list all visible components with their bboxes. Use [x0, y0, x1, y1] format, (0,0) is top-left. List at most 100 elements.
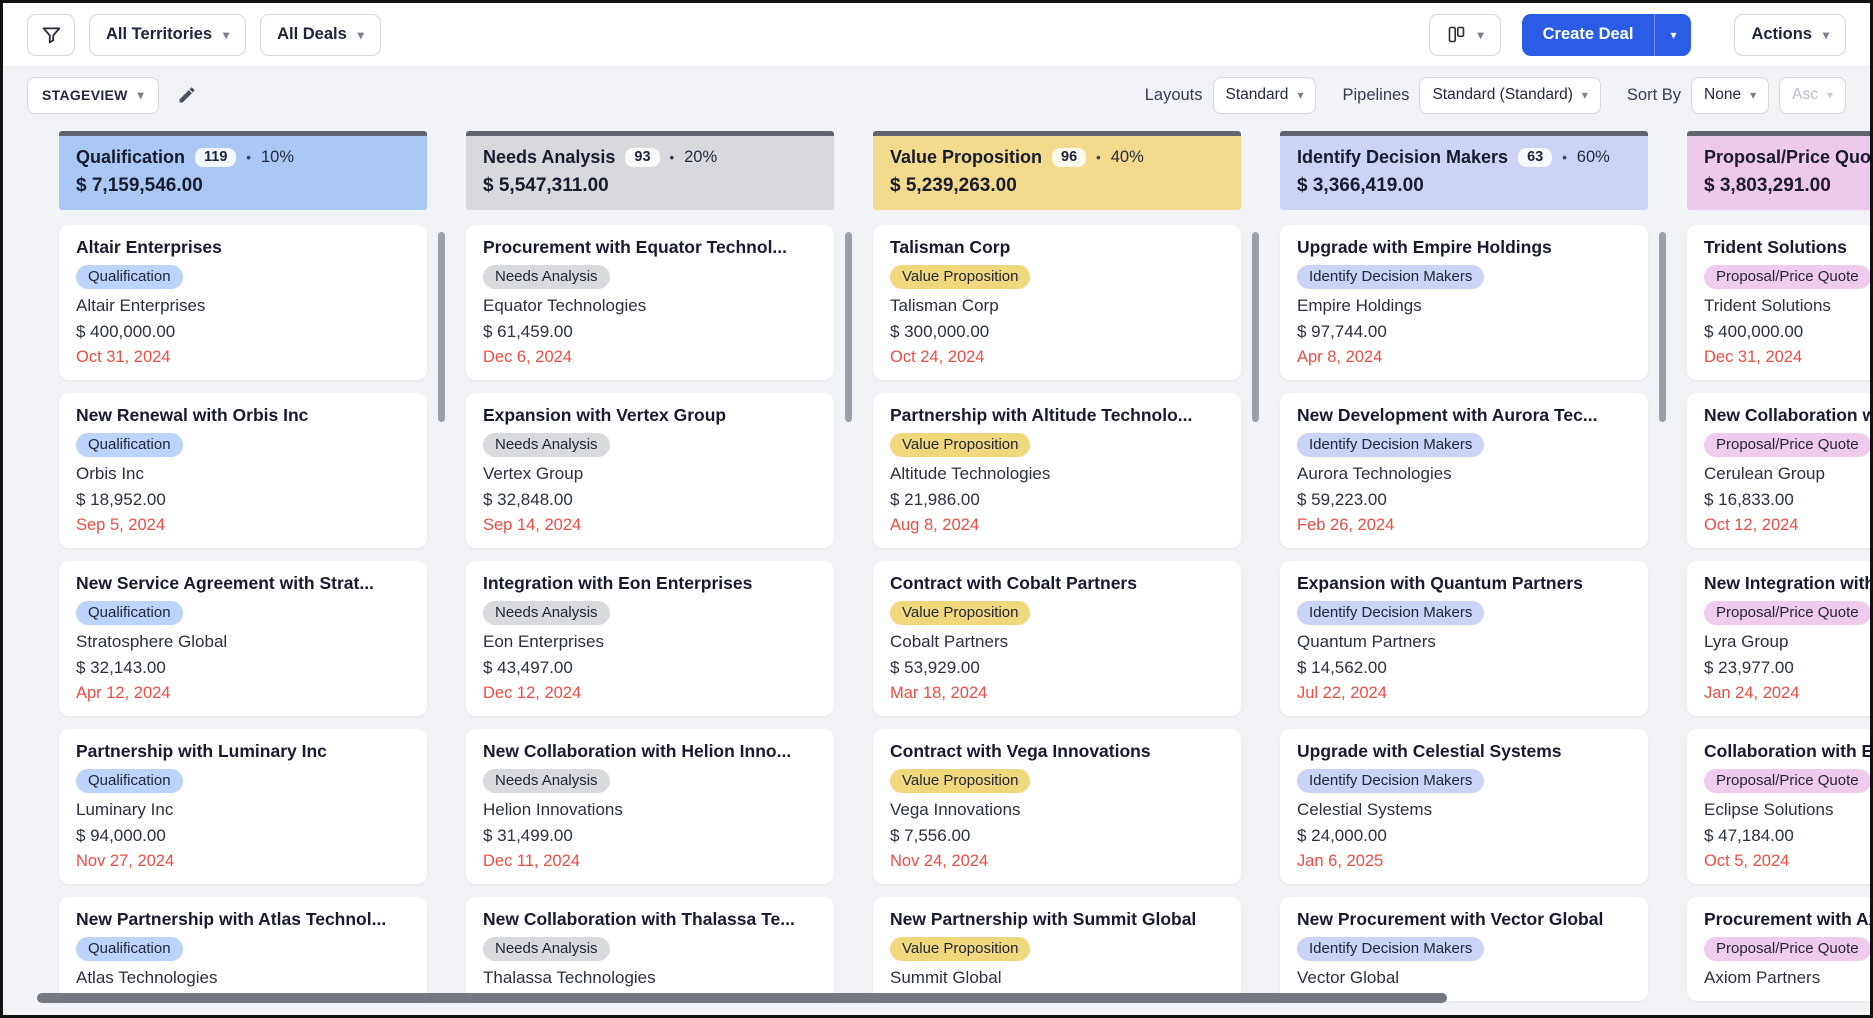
deal-company: Cobalt Partners [890, 632, 1224, 652]
deal-card[interactable]: Partnership with Luminary Inc Qualificat… [59, 729, 427, 884]
deal-company: Stratosphere Global [76, 632, 410, 652]
sort-by-dropdown[interactable]: None ▾ [1691, 77, 1769, 114]
column-count-badge: 63 [1518, 148, 1552, 167]
deal-card[interactable]: Altair Enterprises Qualification Altair … [59, 225, 427, 380]
deal-card[interactable]: Collaboration with Ec Proposal/Price Quo… [1687, 729, 1870, 884]
stage-pill: Identify Decision Makers [1297, 265, 1484, 289]
deal-card[interactable]: New Partnership with Atlas Technol... Qu… [59, 897, 427, 1001]
column-header[interactable]: Value Proposition 96 • 40% $ 5,239,263.0… [873, 131, 1241, 210]
pipelines-dropdown[interactable]: Standard (Standard) ▾ [1419, 77, 1600, 114]
deal-date: Jan 6, 2025 [1297, 852, 1631, 871]
deal-card[interactable]: New Collaboration w Proposal/Price Quote… [1687, 393, 1870, 548]
column-cards: Trident Solutions Proposal/Price Quote T… [1687, 225, 1870, 1001]
deal-company: Eclipse Solutions [1704, 800, 1870, 820]
deal-date: Dec 11, 2024 [483, 852, 817, 871]
deal-amount: $ 61,459.00 [483, 322, 817, 342]
deal-card[interactable]: New Renewal with Orbis Inc Qualification… [59, 393, 427, 548]
column-cards: Altair Enterprises Qualification Altair … [59, 225, 427, 1001]
stage-pill: Qualification [76, 601, 183, 625]
deal-date: Dec 31, 2024 [1704, 348, 1870, 367]
filter-button[interactable] [27, 14, 75, 56]
deal-card[interactable]: Contract with Vega Innovations Value Pro… [873, 729, 1241, 884]
deal-title: Contract with Cobalt Partners [890, 573, 1224, 594]
deal-amount: $ 32,143.00 [76, 658, 410, 678]
chevron-down-icon: ▾ [1750, 89, 1756, 101]
territories-dropdown[interactable]: All Territories ▾ [89, 14, 246, 56]
deal-date: Jan 24, 2024 [1704, 684, 1870, 703]
column-percent: 10% [261, 148, 294, 167]
deal-card[interactable]: Talisman Corp Value Proposition Talisman… [873, 225, 1241, 380]
deal-card[interactable]: New Service Agreement with Strat... Qual… [59, 561, 427, 716]
deal-date: Feb 26, 2024 [1297, 516, 1631, 535]
stage-pill-row: Identify Decision Makers [1297, 601, 1631, 625]
horizontal-scrollbar[interactable] [37, 993, 1447, 1003]
stage-pill: Identify Decision Makers [1297, 601, 1484, 625]
deal-date: Oct 12, 2024 [1704, 516, 1870, 535]
deal-card[interactable]: Partnership with Altitude Technolo... Va… [873, 393, 1241, 548]
deal-card[interactable]: Procurement with Equator Technol... Need… [466, 225, 834, 380]
sort-direction-dropdown[interactable]: Asc ▾ [1779, 77, 1846, 114]
deal-card[interactable]: New Procurement with Vector Global Ident… [1280, 897, 1648, 1001]
deal-amount: $ 59,223.00 [1297, 490, 1631, 510]
deal-card[interactable]: Contract with Cobalt Partners Value Prop… [873, 561, 1241, 716]
view-toggle-dropdown[interactable]: ▾ [1429, 14, 1501, 56]
stage-pill-row: Qualification [76, 937, 410, 961]
deal-card[interactable]: Procurement with Ax Proposal/Price Quote… [1687, 897, 1870, 1001]
create-deal-button[interactable]: Create Deal [1522, 14, 1655, 56]
deal-title: Expansion with Quantum Partners [1297, 573, 1631, 594]
deal-card[interactable]: New Collaboration with Thalassa Te... Ne… [466, 897, 834, 1001]
stage-pill: Value Proposition [890, 601, 1030, 625]
deal-card[interactable]: Expansion with Vertex Group Needs Analys… [466, 393, 834, 548]
deal-card[interactable]: Integration with Eon Enterprises Needs A… [466, 561, 834, 716]
deals-filter-dropdown[interactable]: All Deals ▾ [260, 14, 381, 56]
stageview-label: STAGEVIEW [42, 87, 128, 103]
chevron-down-icon: ▾ [1582, 89, 1588, 101]
deal-title: New Collaboration with Helion Inno... [483, 741, 817, 762]
deal-title: Procurement with Equator Technol... [483, 237, 817, 258]
column-header[interactable]: Qualification 119 • 10% $ 7,159,546.00 [59, 131, 427, 210]
stage-pill: Value Proposition [890, 937, 1030, 961]
deal-card[interactable]: Upgrade with Celestial Systems Identify … [1280, 729, 1648, 884]
deal-amount: $ 400,000.00 [1704, 322, 1870, 342]
deal-card[interactable]: Trident Solutions Proposal/Price Quote T… [1687, 225, 1870, 380]
stageview-dropdown[interactable]: STAGEVIEW ▾ [27, 77, 159, 114]
column-scrollbar[interactable] [845, 232, 852, 422]
deal-date: Nov 24, 2024 [890, 852, 1224, 871]
column-header[interactable]: Identify Decision Makers 63 • 60% $ 3,36… [1280, 131, 1648, 210]
deal-card[interactable]: New Development with Aurora Tec... Ident… [1280, 393, 1648, 548]
deal-card[interactable]: Upgrade with Empire Holdings Identify De… [1280, 225, 1648, 380]
stage-pill-row: Proposal/Price Quote [1704, 265, 1870, 289]
stage-pill: Proposal/Price Quote [1704, 265, 1870, 289]
column-title: Proposal/Price Quote [1704, 147, 1870, 168]
sort-by-label: Sort By [1627, 86, 1681, 105]
column-amount: $ 3,803,291.00 [1704, 175, 1870, 197]
deal-date: Apr 12, 2024 [76, 684, 410, 703]
column-title: Needs Analysis [483, 147, 615, 168]
create-deal-dropdown-arrow[interactable]: ▾ [1654, 14, 1691, 56]
stage-pill-row: Proposal/Price Quote [1704, 433, 1870, 457]
deal-card[interactable]: New Integration with Proposal/Price Quot… [1687, 561, 1870, 716]
actions-dropdown[interactable]: Actions ▾ [1734, 14, 1846, 56]
column-scrollbar[interactable] [438, 232, 445, 422]
deal-amount: $ 400,000.00 [76, 322, 410, 342]
column-header-line: Proposal/Price Quote [1704, 147, 1870, 168]
stage-pill-row: Needs Analysis [483, 937, 817, 961]
deal-title: New Collaboration w [1704, 405, 1870, 426]
kanban-column: Proposal/Price Quote $ 3,803,291.00 Trid… [1687, 131, 1870, 1015]
column-header[interactable]: Needs Analysis 93 • 20% $ 5,547,311.00 [466, 131, 834, 210]
stage-pill-row: Needs Analysis [483, 265, 817, 289]
deal-title: Talisman Corp [890, 237, 1224, 258]
stage-pill: Identify Decision Makers [1297, 769, 1484, 793]
column-scrollbar[interactable] [1252, 232, 1259, 422]
deal-card[interactable]: New Collaboration with Helion Inno... Ne… [466, 729, 834, 884]
stage-pill: Qualification [76, 937, 183, 961]
deal-amount: $ 14,562.00 [1297, 658, 1631, 678]
layouts-dropdown[interactable]: Standard ▾ [1213, 77, 1317, 114]
column-header[interactable]: Proposal/Price Quote $ 3,803,291.00 [1687, 131, 1870, 210]
deal-card[interactable]: Expansion with Quantum Partners Identify… [1280, 561, 1648, 716]
deal-date: Aug 8, 2024 [890, 516, 1224, 535]
edit-view-button[interactable] [173, 81, 201, 109]
deal-card[interactable]: New Partnership with Summit Global Value… [873, 897, 1241, 1001]
column-count-badge: 96 [1052, 148, 1086, 167]
column-scrollbar[interactable] [1659, 232, 1666, 422]
